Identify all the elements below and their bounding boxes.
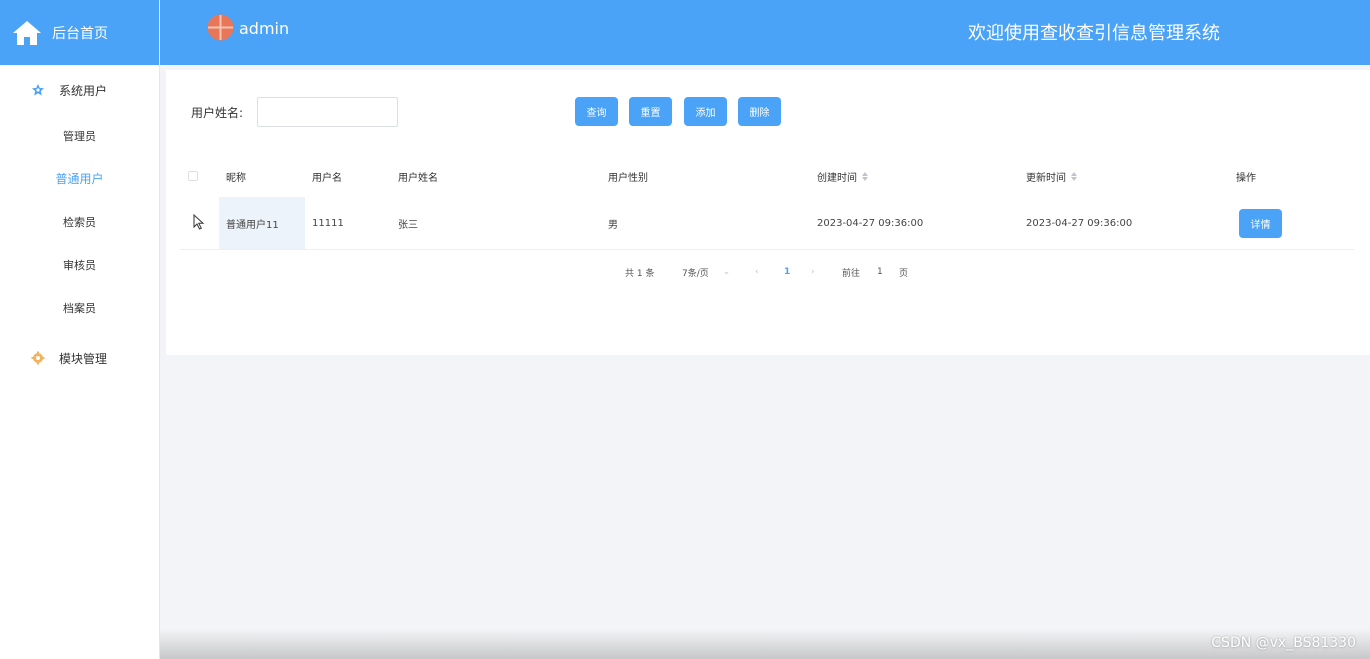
cell-updated: 2023-04-27 09:36:00 [1026, 217, 1133, 229]
select-all-checkbox[interactable] [188, 171, 198, 181]
username[interactable]: admin [239, 19, 289, 38]
user-table: 昵称 用户名 用户姓名 用户性别 创建时间 更新时间 操作 普通用户11 111… [180, 155, 1354, 250]
next-page-icon[interactable]: › [811, 265, 815, 279]
home-icon [12, 18, 42, 48]
menu-group-label: 系统用户 [59, 83, 108, 98]
column-header-realname: 用户姓名 [398, 172, 438, 184]
column-header-nickname: 昵称 [226, 172, 246, 184]
mouse-cursor-icon [193, 213, 205, 234]
delete-button[interactable]: 删除 [738, 97, 781, 126]
query-button[interactable]: 查询 [575, 97, 618, 126]
sidebar-item-searcher[interactable]: 检索员 [0, 200, 159, 243]
reset-button[interactable]: 重置 [629, 97, 672, 126]
footer-shade [160, 629, 1370, 659]
menu-group-module-management[interactable]: 模块管理 [0, 334, 159, 382]
goto-suffix: 页 [899, 268, 909, 279]
watermark: CSDN @vx_BS81330 [1211, 635, 1356, 651]
column-header-gender: 用户性别 [608, 172, 648, 184]
column-header-created[interactable]: 创建时间 [817, 155, 868, 197]
sidebar-item-archivist[interactable]: 档案员 [0, 286, 159, 329]
page-size-select[interactable]: 7条/页 ⌄ [682, 265, 730, 279]
top-header: admin 欢迎使用查收查引信息管理系统 [160, 0, 1370, 65]
main-panel: 用户姓名: 查询 重置 添加 删除 昵称 用户名 用户姓名 用户性别 创建时间 … [166, 70, 1370, 355]
pagination: 共 1 条 7条/页 ⌄ ‹ 1 › 前往 1 页 [166, 265, 1370, 279]
column-header-created-label: 创建时间 [817, 172, 857, 184]
menu-group-system-users[interactable]: 系统用户 [0, 66, 159, 114]
add-button[interactable]: 添加 [684, 97, 727, 126]
sort-icon[interactable] [1071, 171, 1077, 181]
cell-nickname: 普通用户11 [219, 197, 305, 249]
detail-button[interactable]: 详情 [1239, 208, 1282, 238]
prev-page-icon[interactable]: ‹ [755, 265, 759, 279]
sidebar-item-reviewer[interactable]: 审核员 [0, 243, 159, 286]
star-icon [30, 82, 46, 98]
table-header: 昵称 用户名 用户姓名 用户性别 创建时间 更新时间 操作 [180, 155, 1354, 197]
home-link[interactable]: 后台首页 [0, 0, 159, 65]
avatar[interactable] [207, 14, 234, 41]
username-search-input[interactable] [257, 97, 398, 127]
column-header-action: 操作 [1236, 172, 1256, 184]
column-header-updated-label: 更新时间 [1026, 172, 1066, 184]
page-number-current[interactable]: 1 [784, 265, 790, 279]
sidebar-item-normal-user[interactable]: 普通用户 [0, 157, 159, 200]
table-row[interactable]: 普通用户11 11111 张三 男 2023-04-27 09:36:00 20… [180, 197, 1354, 250]
sidebar: 后台首页 系统用户 管理员 普通用户 检索员 审核员 档案员 模块管理 [0, 0, 160, 659]
column-header-username: 用户名 [312, 172, 342, 184]
search-label: 用户姓名: [191, 106, 244, 120]
goto-page-input[interactable]: 1 [877, 265, 883, 279]
cell-created: 2023-04-27 09:36:00 [817, 217, 924, 229]
cell-gender: 男 [608, 219, 618, 231]
home-label: 后台首页 [52, 25, 108, 42]
chevron-down-icon: ⌄ [722, 267, 731, 277]
pagination-total: 共 1 条 [625, 268, 655, 279]
page-size-value: 7条/页 [682, 268, 709, 279]
goto-prefix: 前往 [842, 268, 861, 279]
menu-group-label: 模块管理 [59, 351, 108, 366]
gear-icon [30, 350, 46, 366]
sidebar-item-admin[interactable]: 管理员 [0, 114, 159, 157]
sort-icon[interactable] [862, 171, 868, 181]
cell-username: 11111 [312, 217, 344, 229]
cell-realname: 张三 [398, 219, 418, 231]
welcome-title: 欢迎使用查收查引信息管理系统 [968, 23, 1220, 44]
column-header-updated[interactable]: 更新时间 [1026, 155, 1077, 197]
